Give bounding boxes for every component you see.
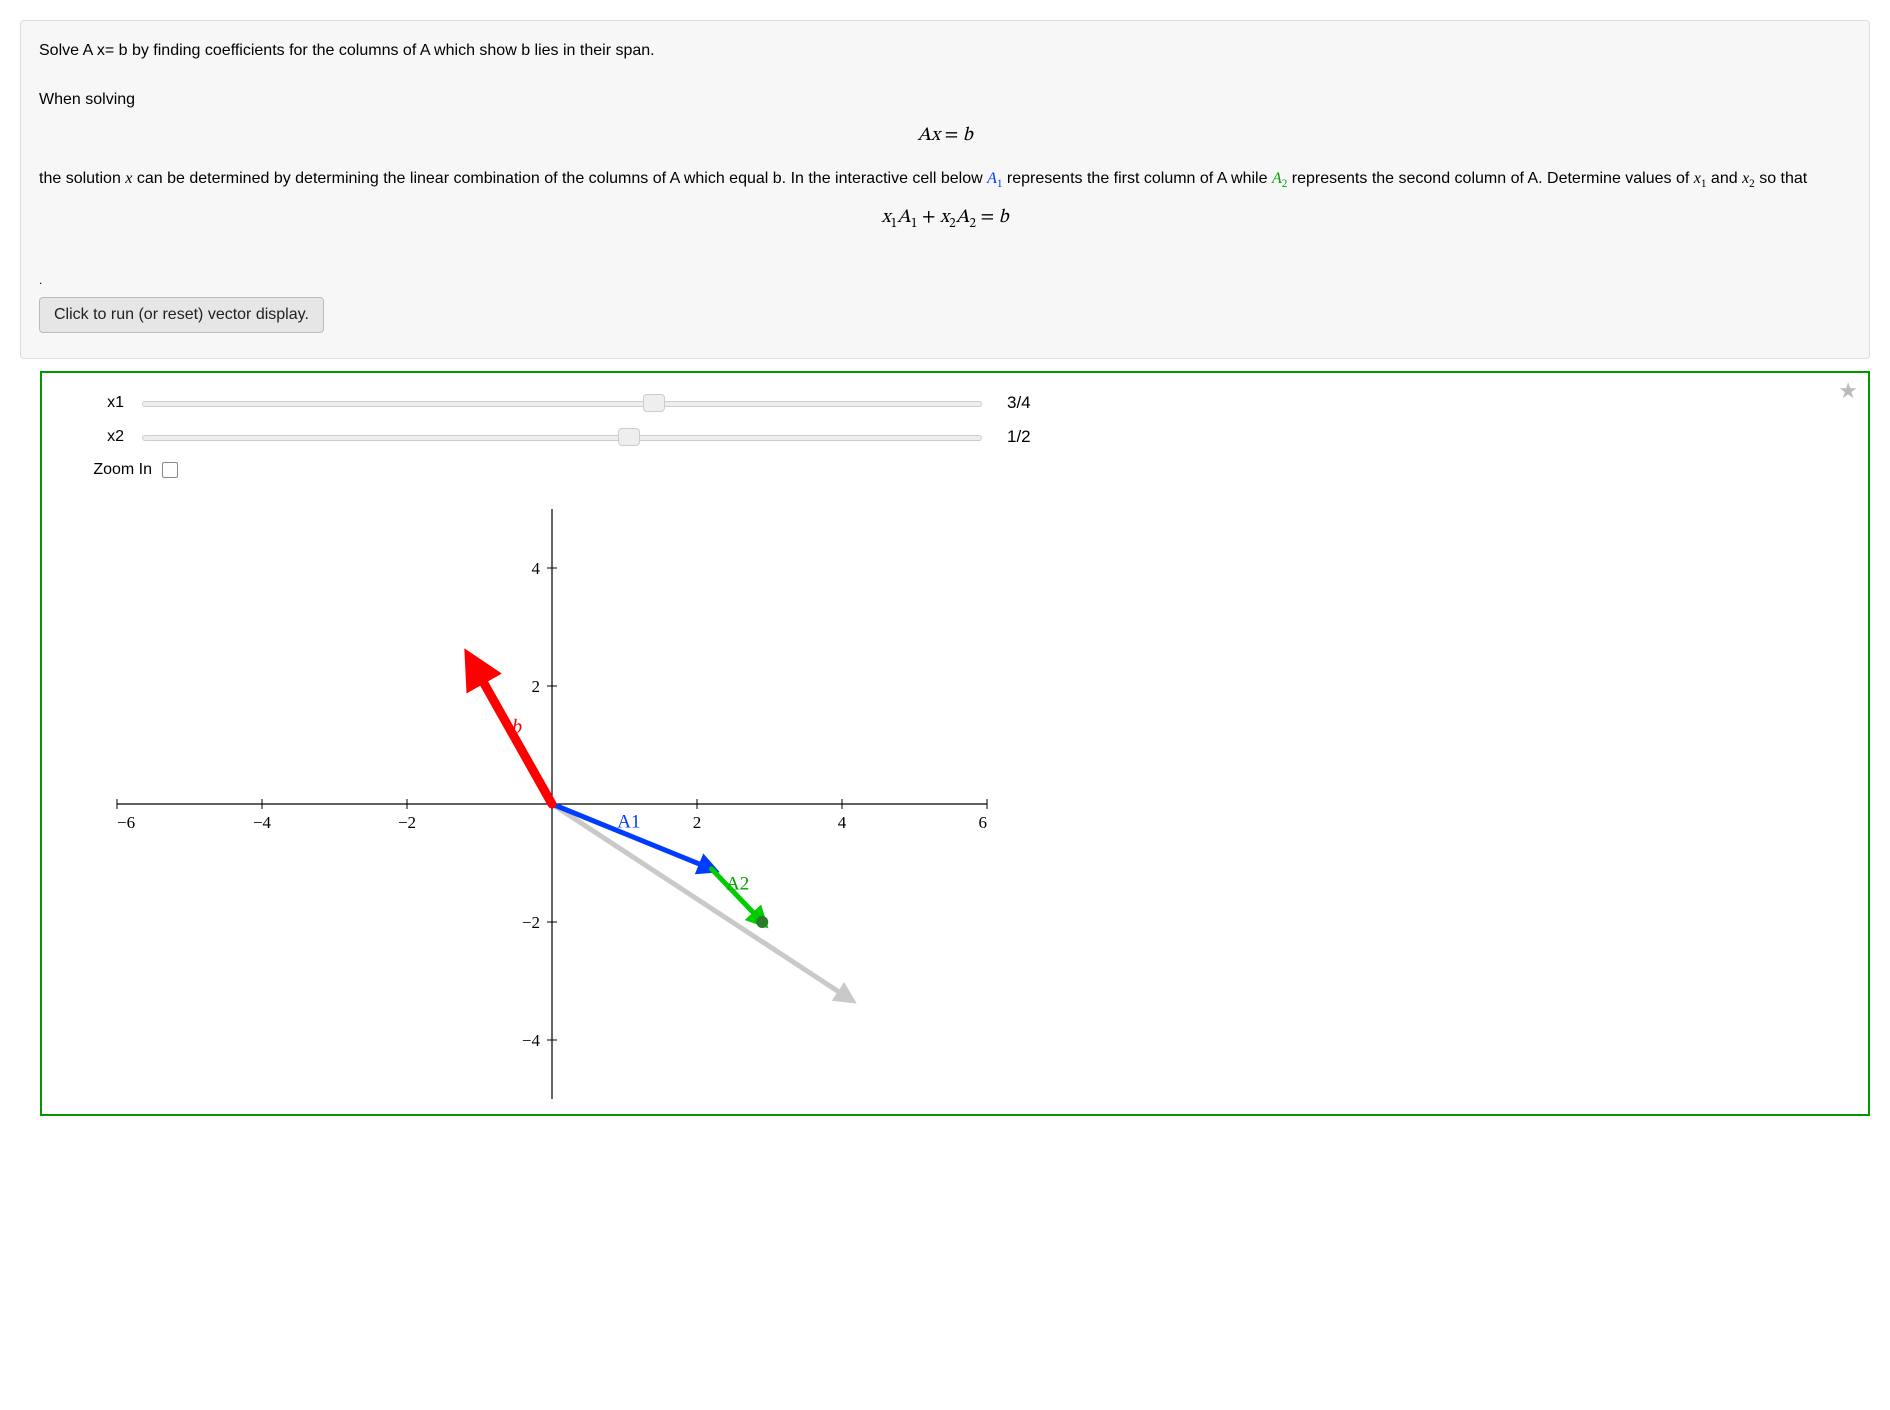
interactive-cell: ★ x1 3/4 x2 1/2 Zoom In −6 −4 −2 2 4 6 −4 −2 2 4 b… xyxy=(40,371,1870,1116)
svg-text:−4: −4 xyxy=(522,1031,541,1050)
svg-text:b: b xyxy=(512,716,522,738)
slider-x2-label: x2 xyxy=(72,428,142,446)
slider-x1[interactable] xyxy=(142,394,982,412)
svg-text:−2: −2 xyxy=(522,913,540,932)
svg-text:−4: −4 xyxy=(253,813,272,832)
when-solving: When solving xyxy=(39,91,1851,109)
svg-text:4: 4 xyxy=(838,813,847,832)
svg-text:2: 2 xyxy=(693,813,702,832)
slider-x1-label: x1 xyxy=(72,394,142,412)
slider-x2-value: 1/2 xyxy=(1007,427,1031,447)
zoom-in-label: Zoom In xyxy=(72,461,162,479)
problem-title: Solve A x= b by finding coefficients for… xyxy=(39,39,1851,63)
run-reset-button[interactable]: Click to run (or reset) vector display. xyxy=(39,297,324,333)
slider-x1-row: x1 3/4 xyxy=(72,393,1838,413)
body-text: the solution x can be determined by dete… xyxy=(39,166,1851,194)
equation-1: Ax = b xyxy=(39,124,1851,148)
svg-text:A1: A1 xyxy=(617,812,640,833)
problem-box: Solve A x= b by finding coefficients for… xyxy=(20,20,1870,359)
vector-plot: −6 −4 −2 2 4 6 −4 −2 2 4 b A1 A2 xyxy=(102,504,1002,1104)
svg-text:2: 2 xyxy=(532,677,541,696)
slider-x2-row: x2 1/2 xyxy=(72,427,1838,447)
svg-text:−2: −2 xyxy=(398,813,416,832)
svg-text:A2: A2 xyxy=(726,873,749,894)
svg-text:4: 4 xyxy=(532,559,541,578)
equation-2: x1A1 + x2A2 = b xyxy=(39,206,1851,233)
zoom-row: Zoom In xyxy=(72,461,1838,479)
svg-text:−6: −6 xyxy=(117,813,135,832)
svg-text:6: 6 xyxy=(979,813,988,832)
zoom-in-checkbox[interactable] xyxy=(162,462,178,478)
slider-x1-value: 3/4 xyxy=(1007,393,1031,413)
slider-x2[interactable] xyxy=(142,428,982,446)
star-icon[interactable]: ★ xyxy=(1838,378,1858,404)
